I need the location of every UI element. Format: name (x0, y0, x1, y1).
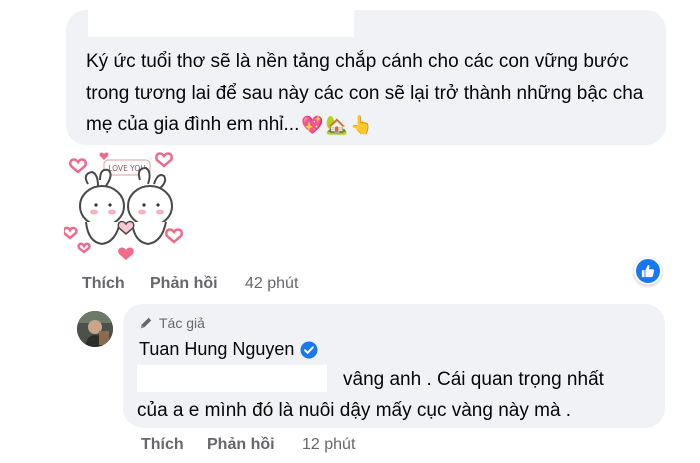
reply-button[interactable]: Phản hồi (207, 436, 275, 454)
love-you-bunny-sticker-icon[interactable]: LOVE YOU (64, 150, 186, 260)
comment-timestamp[interactable]: 12 phút (302, 436, 355, 454)
redacted-mention (137, 365, 327, 392)
reply-button[interactable]: Phản hồi (150, 275, 218, 293)
reply-text-line-2: của a e mình đó là nuôi dậy mấy cục vàng… (137, 400, 572, 421)
reply-comment-bubble: Tác giả Tuan Hung Nguyen vâng anh . Cái … (123, 304, 665, 428)
like-reaction-badge[interactable] (634, 257, 662, 285)
redacted-author-name (88, 10, 354, 37)
author-name-text[interactable]: Tuan Hung Nguyen (139, 339, 294, 360)
author-badge-label: Tác giả (159, 315, 205, 331)
reply-text-line-1: vâng anh . Cái quan trọng nhất (343, 369, 604, 390)
pencil-icon (140, 317, 152, 329)
comment-actions: Thích Phản hồi 42 phút (82, 275, 382, 295)
house-emoji-icon: 🏡 (325, 115, 349, 135)
reply-actions: Thích Phản hồi 12 phút (141, 436, 441, 456)
avatar-photo-icon (77, 311, 113, 347)
thumbs-up-icon (641, 264, 655, 278)
comment-text: Ký ức tuổi thơ sẽ là nền tảng chắp cánh … (86, 46, 661, 142)
author-name[interactable]: Tuan Hung Nguyen (139, 339, 318, 360)
like-button[interactable]: Thích (141, 436, 184, 454)
author-badge: Tác giả (139, 315, 205, 331)
like-button[interactable]: Thích (82, 275, 125, 293)
comment-timestamp[interactable]: 42 phút (245, 275, 298, 293)
avatar[interactable] (77, 311, 113, 347)
verified-check-icon (300, 341, 318, 358)
comment-bubble: Ký ức tuổi thơ sẽ là nền tảng chắp cánh … (66, 10, 666, 145)
sparkling-heart-emoji-icon: 💖 (301, 115, 324, 135)
pointing-up-emoji-icon: 👆 (350, 115, 373, 135)
